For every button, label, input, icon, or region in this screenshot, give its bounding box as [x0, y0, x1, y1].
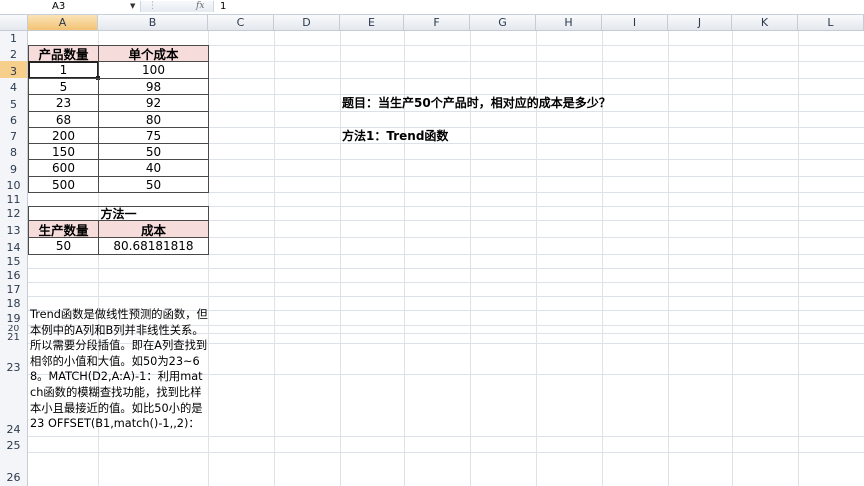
row-header-1[interactable]: 1: [0, 31, 28, 45]
row-header-4[interactable]: 4: [0, 78, 28, 94]
column-header-f[interactable]: F: [404, 15, 470, 31]
row-header-26[interactable]: 26: [0, 452, 28, 486]
table1-cell-b6[interactable]: 80: [98, 111, 209, 128]
formula-input[interactable]: 1: [220, 0, 226, 13]
table1-cell-a7[interactable]: 200: [28, 127, 99, 144]
table1-cell-a8[interactable]: 150: [28, 143, 99, 160]
row-header-12[interactable]: 12: [0, 206, 28, 220]
column-header-c[interactable]: C: [208, 15, 274, 31]
row-header-11[interactable]: 11: [0, 192, 28, 206]
row-header-20[interactable]: 20: [0, 325, 28, 333]
formula-bar: A3 ▼ ⋮ fx 1: [0, 0, 864, 15]
column-header-g[interactable]: G: [470, 15, 536, 31]
table1-header-quantity[interactable]: 产品数量: [28, 45, 99, 62]
table1-cell-a5[interactable]: 23: [28, 94, 99, 112]
column-header-j[interactable]: J: [668, 15, 732, 31]
column-header-e[interactable]: E: [340, 15, 404, 31]
row-header-15[interactable]: 15: [0, 254, 28, 268]
explanation-text[interactable]: Trend函数是做线性预测的函数，但本例中的A列和B列并非线性关系。所以需要分段…: [30, 307, 208, 432]
table1-cell-a10[interactable]: 500: [28, 176, 99, 193]
method-note[interactable]: 方法1：Trend函数: [342, 127, 448, 144]
row-header-6[interactable]: 6: [0, 111, 28, 127]
table1-cell-a4[interactable]: 5: [28, 78, 99, 95]
table1-cell-b9[interactable]: 40: [98, 159, 209, 177]
table1-cell-b10[interactable]: 50: [98, 176, 209, 193]
name-box[interactable]: A3: [0, 0, 138, 13]
row-header-10[interactable]: 10: [0, 176, 28, 192]
table1-cell-a3[interactable]: 1: [28, 61, 99, 79]
insert-function-icon[interactable]: fx: [196, 0, 204, 13]
row-header-24[interactable]: 24: [0, 374, 28, 436]
column-header-b[interactable]: B: [98, 15, 208, 31]
table1-cell-b4[interactable]: 98: [98, 78, 209, 95]
resize-handle-icon[interactable]: ⋮: [148, 0, 157, 12]
name-box-dropdown-icon[interactable]: ▼: [130, 0, 135, 13]
row-header-7[interactable]: 7: [0, 127, 28, 143]
column-header-d[interactable]: D: [274, 15, 340, 31]
row-header-13[interactable]: 13: [0, 220, 28, 237]
row-header-25[interactable]: 25: [0, 436, 28, 452]
table2-cell-a14[interactable]: 50: [28, 237, 99, 255]
table1-cell-b3[interactable]: 100: [98, 61, 209, 79]
column-header-h[interactable]: H: [536, 15, 602, 31]
table2-header-quantity[interactable]: 生产数量: [28, 220, 99, 238]
table1-cell-a6[interactable]: 68: [28, 111, 99, 128]
row-header-2[interactable]: 2: [0, 45, 28, 61]
row-header-3[interactable]: 3: [0, 61, 28, 78]
column-header-l[interactable]: L: [798, 15, 864, 31]
table1-cell-b7[interactable]: 75: [98, 127, 209, 144]
column-header-a[interactable]: A: [28, 15, 98, 31]
row-header-16[interactable]: 16: [0, 268, 28, 282]
row-header-17[interactable]: 17: [0, 282, 28, 296]
question-note[interactable]: 题目：当生产50个产品时，相对应的成本是多少？: [342, 94, 611, 111]
row-header-8[interactable]: 8: [0, 143, 28, 159]
select-all-corner[interactable]: [0, 15, 28, 31]
table1-cell-b5[interactable]: 92: [98, 94, 209, 112]
table1-cell-a9[interactable]: 600: [28, 159, 99, 177]
row-header-18[interactable]: 18: [0, 296, 28, 310]
column-header-k[interactable]: K: [732, 15, 798, 31]
row-header-5[interactable]: 5: [0, 94, 28, 111]
table1-header-cost[interactable]: 单个成本: [98, 45, 209, 62]
row-header-21[interactable]: 21: [0, 333, 28, 343]
row-header-19[interactable]: 19: [0, 310, 28, 325]
column-header-i[interactable]: I: [602, 15, 668, 31]
table2-header-cost[interactable]: 成本: [98, 220, 209, 238]
row-header-14[interactable]: 14: [0, 237, 28, 254]
table1-cell-b8[interactable]: 50: [98, 143, 209, 160]
row-header-9[interactable]: 9: [0, 159, 28, 176]
table2-cell-b14[interactable]: 80.68181818: [98, 237, 209, 255]
row-header-23[interactable]: 23: [0, 343, 28, 374]
